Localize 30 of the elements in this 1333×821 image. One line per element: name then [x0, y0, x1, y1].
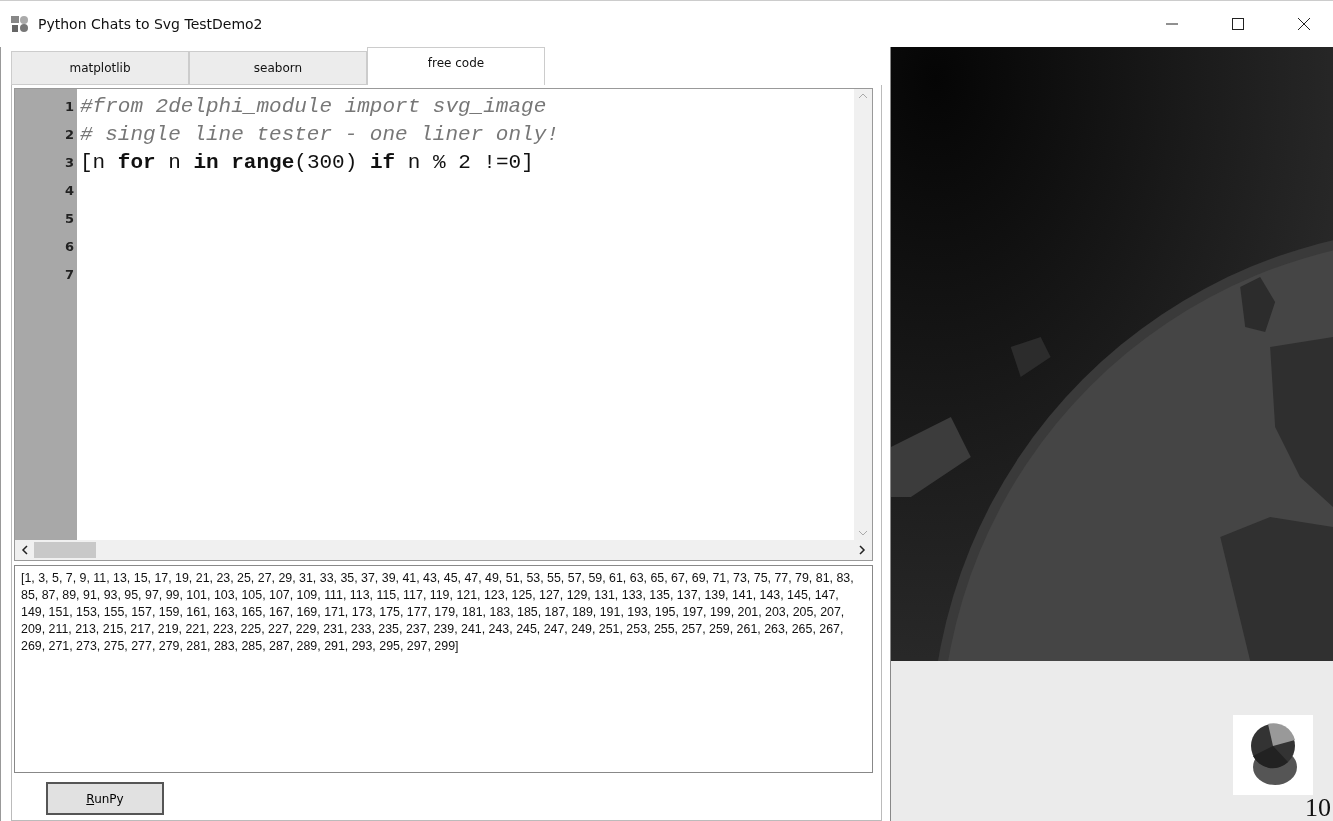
line-number: 3 [64, 154, 74, 172]
code-line: # single line tester - one liner only! [80, 122, 560, 148]
scroll-down-icon[interactable] [858, 530, 868, 536]
vertical-scrollbar[interactable] [854, 89, 872, 540]
code-line: #from 2delphi_module import svg_image [80, 94, 548, 120]
code-editor[interactable]: 1 2 3 4 5 6 7 #from 2delphi_module import svg_image # single line tester - one liner only! [n for n in range(300) if n % 2 !=0] [14, 88, 873, 561]
page-number: 10 [1305, 795, 1331, 821]
line-number: 7 [64, 266, 74, 284]
scroll-left-icon[interactable] [21, 545, 28, 555]
app-icon [10, 15, 30, 33]
tab[interactable]: free code [367, 47, 545, 85]
line-number: 2 [64, 126, 74, 144]
line-number: 4 [64, 182, 74, 200]
tab[interactable]: matplotlib [11, 51, 189, 85]
maximize-icon [1231, 17, 1245, 31]
output-text: [1, 3, 5, 7, 9, 11, 13, 15, 17, 19, 21, 23, 25, 27, 29, 31, 33, 35, 37, 39, 41, 43, 45, 47, 49, 51, 53, 55, 57, 59, 61, 63, 65, 67, 69, 71, 73, 75, 77, 79, 81, 83, 85, 87, 89, 91, 93, 95, 97, 99, 101, 103, 105, 107, 109, 111, 113, 115, 117, 119, 121, 123, 125, 127, 129, 131, 133, 135, 137, 139, 141, 143, 145, 147, 149, 151, 153, 155, 157, 159, 161, 163, 165, 167, 169, 171, 173, 175, 177, 179, 181, 183, 185, 187, 189, 191, 193, 195, 197, 199, 201, 203, 205, 207, 209, 211, 213, 215, 217, 219, 221, 223, 225, 227, 229, 231, 233, 235, 237, 239, 241, 243, 245, 247, 249, 251, 253, 255, 257, 259, 261, 263, 265, 267, 269, 271, 273, 275, 277, 279, 281, 283, 285, 287, 289, 291, 293, 295, 297, 299] [21, 570, 855, 655]
window-title: Python Chats to Svg TestDemo2 [38, 16, 264, 32]
line-number: 5 [64, 210, 74, 228]
horizontal-scrollbar[interactable] [15, 540, 872, 560]
run-button[interactable]: RunPy [46, 782, 164, 815]
scroll-up-icon[interactable] [858, 93, 868, 99]
output-box[interactable] [14, 565, 873, 773]
close-icon [1297, 17, 1311, 31]
tab[interactable]: seaborn [189, 51, 367, 85]
code-line: [n for n in range(300) if n % 2 !=0] [80, 150, 535, 176]
line-number: 6 [64, 238, 74, 256]
scroll-right-icon[interactable] [859, 545, 866, 555]
line-number: 1 [64, 98, 74, 116]
scrollbar-thumb[interactable] [34, 542, 96, 558]
sphere-logo-icon [1248, 722, 1298, 788]
